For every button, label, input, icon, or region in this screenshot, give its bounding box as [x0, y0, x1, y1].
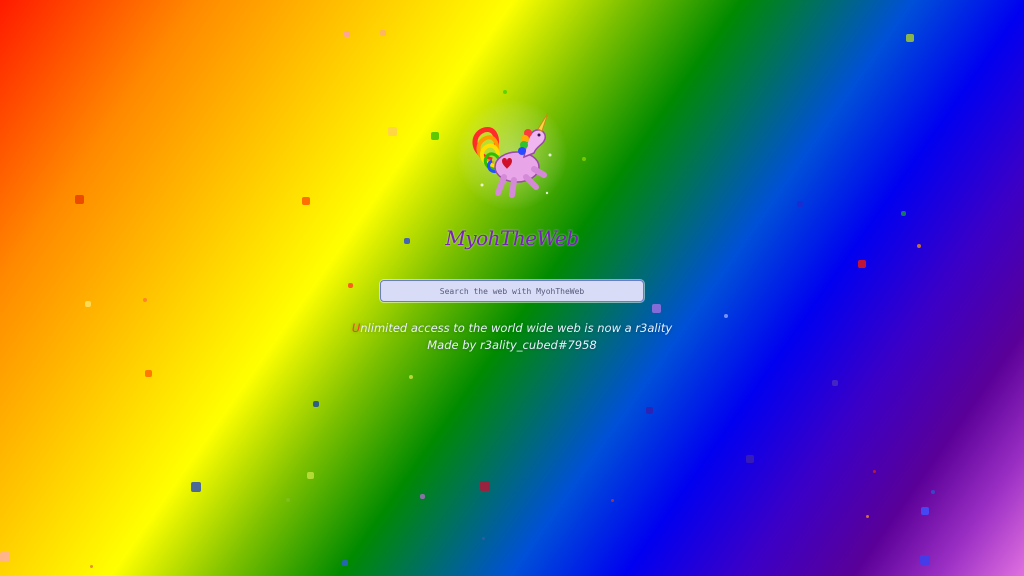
- particle: [307, 472, 314, 479]
- particle: [866, 515, 869, 518]
- particle: [931, 490, 935, 494]
- main-content: MyohTheWeb Unlimited access to the world…: [0, 100, 1024, 354]
- tagline-line-2: Made by r3ality_cubed#7958: [427, 338, 597, 352]
- unicorn-logo-graphic: [472, 112, 552, 198]
- particle: [832, 380, 838, 386]
- particle: [482, 537, 485, 540]
- particle: [420, 494, 425, 499]
- particle: [342, 560, 348, 566]
- particle: [380, 30, 386, 36]
- particle: [503, 90, 507, 94]
- tagline: Unlimited access to the world wide web i…: [352, 320, 672, 354]
- tagline-line-1-text: nlimited access to the world wide web is…: [360, 321, 673, 335]
- tagline-first-letter: U: [351, 321, 361, 335]
- particle: [0, 552, 10, 562]
- particle: [480, 481, 490, 491]
- particle: [344, 31, 350, 37]
- particle: [145, 370, 152, 377]
- particle: [873, 470, 876, 473]
- search-input[interactable]: [380, 280, 644, 302]
- brand-title: MyohTheWeb: [445, 226, 579, 250]
- tagline-line-1: Unlimited access to the world wide web i…: [352, 320, 672, 337]
- particle: [921, 507, 929, 515]
- particle: [313, 401, 319, 407]
- particle: [646, 407, 653, 414]
- particle: [920, 555, 930, 565]
- particle: [191, 482, 201, 492]
- unicorn-icon: [457, 100, 567, 210]
- particle: [286, 498, 290, 502]
- particle: [90, 565, 93, 568]
- particle: [906, 34, 914, 42]
- particle: [409, 375, 413, 379]
- particle: [611, 499, 614, 502]
- particle: [746, 455, 754, 463]
